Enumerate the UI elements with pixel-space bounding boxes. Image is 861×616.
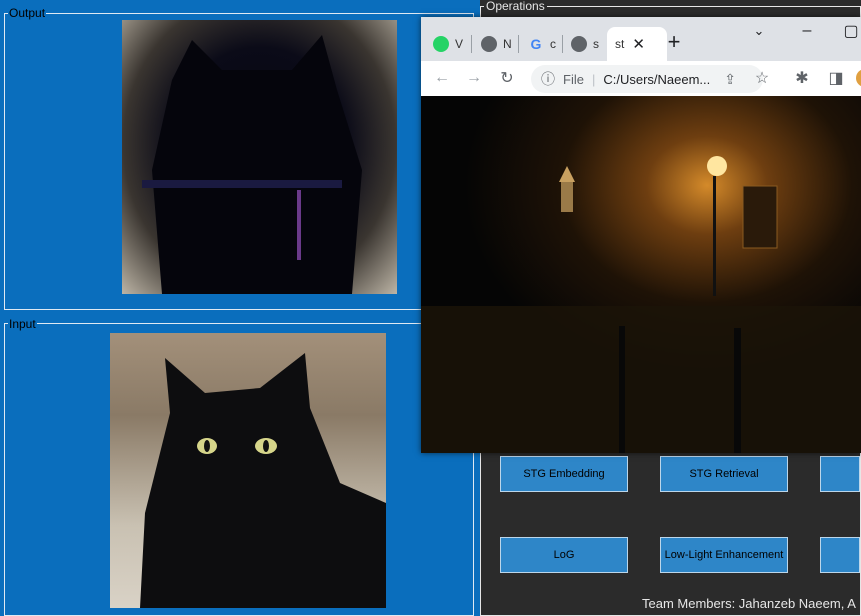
browser-window: V N G c s st ✕ + ⌄ – ▢ ← → ↻ ⓘ File | C:…	[421, 17, 861, 453]
low-light-enhancement-button[interactable]: Low-Light Enhancement	[660, 537, 788, 573]
stg-retrieval-button[interactable]: STG Retrieval	[660, 456, 788, 492]
team-members-text: Team Members: Jahanzeb Naeem, A	[642, 596, 856, 611]
extensions-icon[interactable]: ✱	[791, 67, 813, 89]
tab-whatsapp[interactable]: V	[433, 27, 463, 61]
reload-icon[interactable]: ↻	[496, 67, 518, 89]
tab-chrome[interactable]: N	[481, 27, 512, 61]
close-tab-icon[interactable]: ✕	[632, 35, 645, 53]
address-prefix: File	[563, 71, 584, 87]
side-panel-icon[interactable]: ◨	[825, 67, 847, 89]
tab-separator	[471, 35, 472, 53]
tab-globe[interactable]: s	[571, 27, 599, 61]
log-button[interactable]: LoG	[500, 537, 628, 573]
maximize-button[interactable]: ▢	[841, 21, 861, 41]
globe-icon	[571, 36, 587, 52]
tab-title: st	[615, 37, 625, 51]
tab-strip: V N G c s st ✕ + ⌄ – ▢	[421, 17, 861, 61]
address-divider: |	[591, 71, 596, 87]
stg-embedding-button[interactable]: STG Embedding	[500, 456, 628, 492]
forward-arrow-icon[interactable]: →	[463, 67, 485, 89]
tab-separator	[562, 35, 563, 53]
address-bar[interactable]: ⓘ File | C:/Users/Naeem... ⇪	[531, 65, 763, 93]
night-street-image	[421, 96, 861, 453]
tab-title: c	[550, 37, 556, 51]
tab-search-icon[interactable]: ⌄	[749, 21, 769, 41]
operations-label: Operations	[484, 0, 547, 13]
tab-separator	[518, 35, 519, 53]
tab-active[interactable]: st ✕	[607, 27, 667, 61]
minimize-button[interactable]: –	[797, 21, 817, 41]
tab-title: V	[455, 37, 464, 51]
tab-google[interactable]: G c	[528, 27, 556, 61]
profile-avatar[interactable]	[856, 69, 861, 87]
output-group-label: Output	[8, 6, 47, 20]
bookmark-star-icon[interactable]: ☆	[751, 67, 773, 89]
whatsapp-icon	[433, 36, 449, 52]
operation-button-partial-1[interactable]	[820, 456, 860, 492]
input-image	[110, 333, 386, 608]
address-text: C:/Users/Naeem...	[603, 71, 711, 87]
input-group-label: Input	[8, 317, 37, 331]
tab-title: s	[593, 37, 599, 51]
new-tab-button[interactable]: +	[663, 29, 685, 54]
chrome-icon	[481, 36, 497, 52]
browser-toolbar: ← → ↻ ⓘ File | C:/Users/Naeem... ⇪ ☆ ✱ ◨	[421, 61, 861, 96]
output-image	[122, 20, 397, 294]
info-icon: ⓘ	[541, 71, 555, 87]
google-icon: G	[530, 36, 542, 52]
tab-title: N	[503, 37, 512, 51]
share-icon[interactable]: ⇪	[724, 71, 736, 88]
back-arrow-icon[interactable]: ←	[431, 67, 453, 89]
image-panel: Output Input	[0, 0, 480, 616]
operation-button-partial-2[interactable]	[820, 537, 860, 573]
